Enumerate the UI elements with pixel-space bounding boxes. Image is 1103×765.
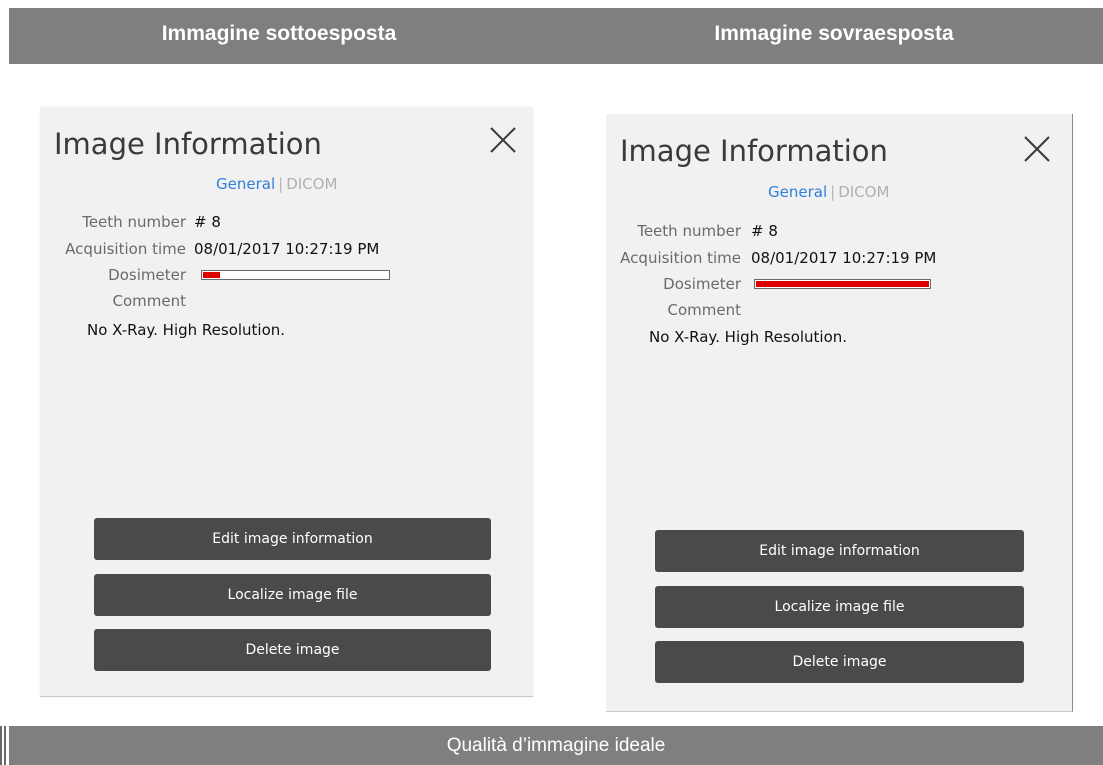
- dosimeter-fill: [756, 281, 929, 287]
- tab-general[interactable]: General: [216, 175, 275, 193]
- delete-image-button[interactable]: Delete image: [94, 629, 491, 671]
- comment-row: Comment: [56, 290, 496, 312]
- delete-image-button[interactable]: Delete image: [655, 641, 1024, 683]
- edit-image-information-button[interactable]: Edit image information: [94, 518, 491, 560]
- teeth-number-value: # 8: [751, 222, 778, 240]
- comment-label: Comment: [112, 292, 187, 310]
- acquisition-time-label: Acquisition time: [620, 249, 741, 267]
- tab-separator: |: [278, 175, 284, 193]
- dosimeter-label: Dosimeter: [108, 266, 186, 284]
- teeth-number-label: Teeth number: [637, 222, 741, 240]
- comment-value: No X-Ray. High Resolution.: [87, 321, 286, 339]
- acquisition-time-row: Acquisition time 08/01/2017 10:27:19 PM: [56, 238, 496, 260]
- acquisition-time-value: 08/01/2017 10:27:19 PM: [751, 249, 937, 267]
- tab-general[interactable]: General: [768, 183, 827, 201]
- close-icon[interactable]: [488, 125, 518, 155]
- comment-label: Comment: [667, 301, 742, 319]
- edit-image-information-button[interactable]: Edit image information: [655, 530, 1024, 572]
- header-bar: Immagine sottoesposta Immagine sovraespo…: [9, 8, 1103, 64]
- underexposed-heading: Immagine sottoesposta: [161, 22, 397, 45]
- teeth-number-label: Teeth number: [82, 213, 186, 231]
- panel-title: Image Information: [620, 134, 888, 168]
- localize-image-file-button[interactable]: Localize image file: [655, 586, 1024, 628]
- teeth-number-row: Teeth number # 8: [56, 211, 496, 233]
- panel-title: Image Information: [54, 127, 322, 161]
- footer-caption: Qualità d’immagine ideale: [446, 735, 666, 756]
- tab-bar: General | DICOM: [768, 183, 889, 201]
- overexposed-heading: Immagine sovraesposta: [714, 22, 954, 45]
- localize-image-file-button[interactable]: Localize image file: [94, 574, 491, 616]
- dosimeter-fill: [203, 272, 220, 278]
- tab-bar: General | DICOM: [216, 175, 337, 193]
- close-icon[interactable]: [1022, 134, 1052, 164]
- tab-dicom[interactable]: DICOM: [286, 175, 337, 193]
- dosimeter-bar: [754, 279, 931, 289]
- tab-dicom[interactable]: DICOM: [838, 183, 889, 201]
- teeth-number-row: Teeth number # 8: [611, 220, 1051, 242]
- image-information-panel-overexposed: Image Information General | DICOM Teeth nu…: [606, 114, 1073, 712]
- comment-value: No X-Ray. High Resolution.: [649, 328, 848, 346]
- acquisition-time-label: Acquisition time: [65, 240, 186, 258]
- comment-row: Comment: [611, 299, 1051, 321]
- dosimeter-row: Dosimeter: [56, 264, 496, 286]
- teeth-number-value: # 8: [194, 213, 221, 231]
- acquisition-time-row: Acquisition time 08/01/2017 10:27:19 PM: [611, 247, 1051, 269]
- tab-separator: |: [830, 183, 836, 201]
- footer-bar: Qualità d’immagine ideale: [0, 726, 1103, 765]
- dosimeter-label: Dosimeter: [663, 275, 741, 293]
- dosimeter-row: Dosimeter: [611, 273, 1051, 295]
- acquisition-time-value: 08/01/2017 10:27:19 PM: [194, 240, 380, 258]
- footer-edge-line: [0, 726, 2, 765]
- footer-edge-line: [4, 726, 6, 765]
- dosimeter-bar: [201, 270, 390, 280]
- image-information-panel-underexposed: Image Information General | DICOM Teeth nu…: [40, 107, 533, 697]
